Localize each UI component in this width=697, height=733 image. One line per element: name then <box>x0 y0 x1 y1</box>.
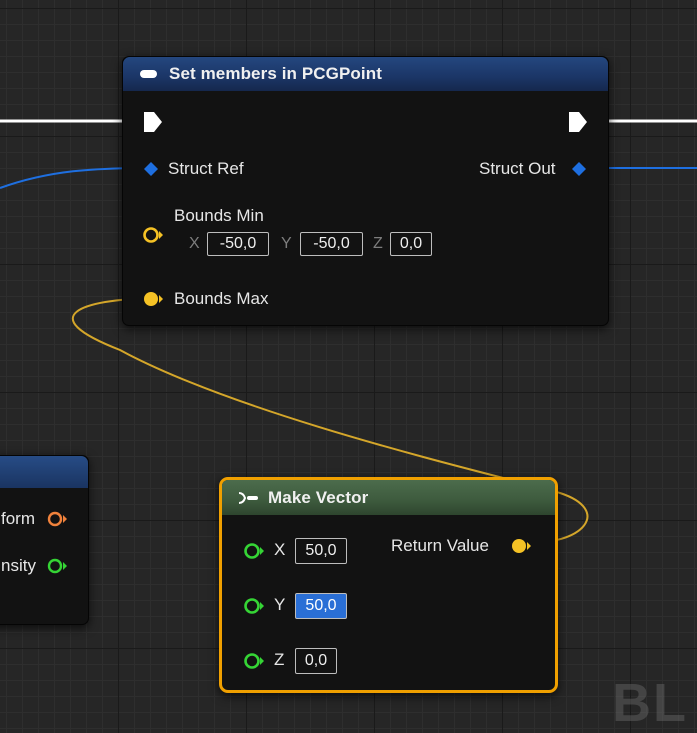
partial-node-header <box>0 456 88 488</box>
y-pin-label: Y <box>274 595 286 614</box>
node-title: Make Vector <box>268 487 369 507</box>
x-pin-label: X <box>274 540 286 559</box>
bounds-max-pin-icon[interactable] <box>142 290 166 308</box>
partial-left-node[interactable]: form nsity <box>0 455 89 625</box>
return-value-label: Return Value <box>391 536 489 555</box>
return-value-pin-icon[interactable] <box>510 537 534 555</box>
z-pin-icon[interactable] <box>243 652 267 670</box>
bounds-min-pin-icon[interactable] <box>142 226 166 244</box>
z-value-field[interactable]: 0,0 <box>295 648 337 674</box>
bounds-min-x-field[interactable]: -50,0 <box>207 232 269 256</box>
exec-out-pin-icon[interactable] <box>567 110 589 134</box>
bounds-min-z-field[interactable]: 0,0 <box>390 232 432 256</box>
struct-out-pin-icon[interactable] <box>571 161 587 177</box>
transform-pin-label: form <box>1 509 35 528</box>
set-members-node-header[interactable]: Set members in PCGPoint <box>123 57 608 91</box>
z-pin-label: Z <box>274 650 285 669</box>
make-vector-node-header[interactable]: Make Vector <box>222 480 555 515</box>
bounds-min-z-axis: Z <box>373 235 383 252</box>
density-pin-label: nsity <box>1 556 36 575</box>
bounds-min-y-axis: Y <box>281 235 292 252</box>
struct-ref-label: Struct Ref <box>168 159 244 178</box>
function-node-icon <box>238 491 258 504</box>
bounds-min-label: Bounds Min <box>174 206 264 225</box>
struct-node-icon <box>140 70 157 78</box>
set-members-node[interactable]: Set members in PCGPoint Struct Ref Struc… <box>122 56 609 326</box>
x-value-field[interactable]: 50,0 <box>295 538 347 564</box>
x-pin-icon[interactable] <box>243 542 267 560</box>
exec-in-pin-icon[interactable] <box>142 110 164 134</box>
make-vector-node[interactable]: Make Vector X 50,0 Return Value Y 50,0 Z… <box>219 477 558 693</box>
bounds-max-label: Bounds Max <box>174 289 269 308</box>
node-title: Set members in PCGPoint <box>169 64 382 83</box>
bounds-min-y-field[interactable]: -50,0 <box>300 232 363 256</box>
struct-ref-pin-icon[interactable] <box>143 161 159 177</box>
y-value-field[interactable]: 50,0 <box>295 593 347 619</box>
y-pin-icon[interactable] <box>243 597 267 615</box>
bounds-min-x-axis: X <box>189 235 200 252</box>
transform-pin-icon[interactable] <box>47 511 69 527</box>
struct-out-label: Struct Out <box>479 159 556 178</box>
density-pin-icon[interactable] <box>47 558 69 574</box>
